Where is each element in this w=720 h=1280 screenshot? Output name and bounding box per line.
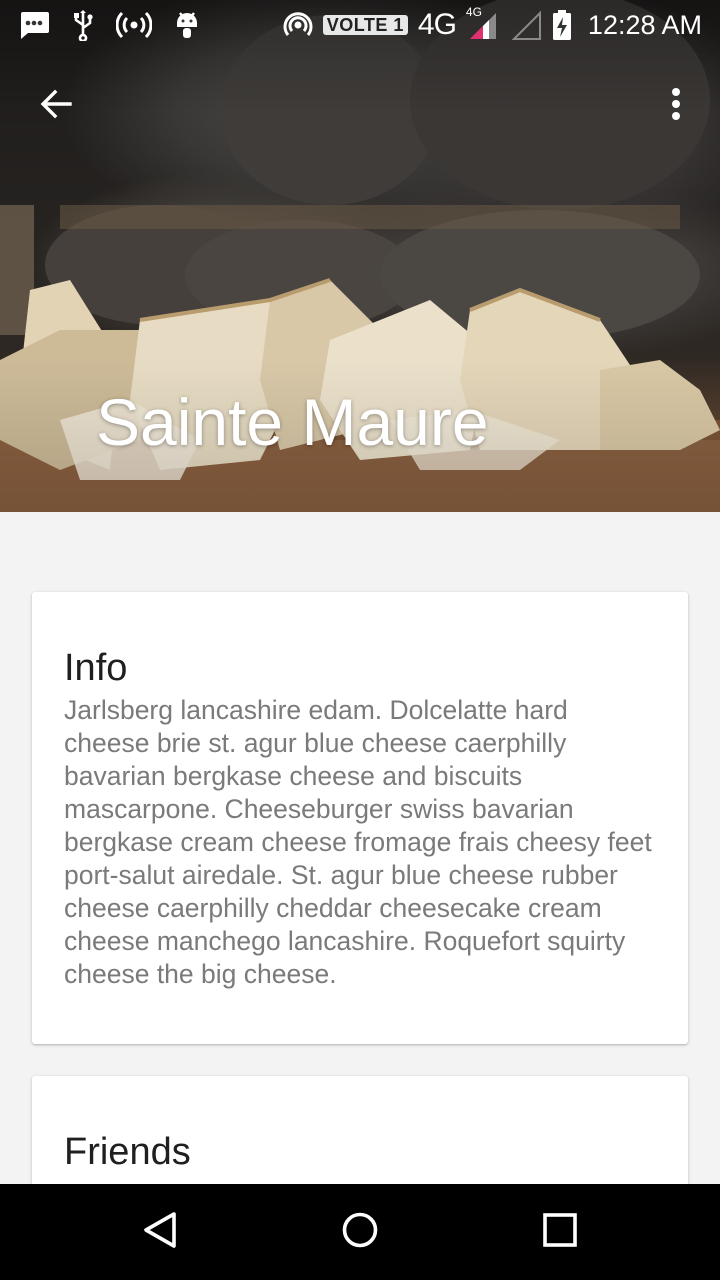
signal-empty-icon <box>511 9 542 41</box>
status-time: 12:28 AM <box>587 9 702 40</box>
nav-back-button[interactable] <box>112 1184 208 1280</box>
status-bar: VOLTE 1 4G 4G 12:28 AM <box>0 0 720 50</box>
navigation-bar <box>0 1184 720 1280</box>
nav-recents-button[interactable] <box>512 1184 608 1280</box>
info-card-title: Info <box>64 647 128 689</box>
battery-charging-icon <box>552 9 572 41</box>
nav-back-icon <box>140 1210 180 1255</box>
network-type: 4G <box>417 8 457 41</box>
info-card-body: Jarlsberg lancashire edam. Dolcelatte ha… <box>64 695 652 989</box>
signal-icon: 4G <box>466 5 502 41</box>
more-options-button[interactable] <box>640 66 712 146</box>
friends-card-title: Friends <box>64 1131 191 1173</box>
more-vert-icon <box>670 86 682 127</box>
status-notifications <box>18 9 200 41</box>
hotspot-icon <box>116 10 152 40</box>
app-toolbar <box>0 66 720 146</box>
android-debug-icon <box>174 9 200 41</box>
nav-home-button[interactable] <box>312 1184 408 1280</box>
message-icon <box>18 10 50 40</box>
nav-home-icon <box>340 1210 380 1255</box>
usb-icon <box>72 9 94 41</box>
arrow-back-icon <box>38 86 74 127</box>
volte-badge: VOLTE 1 <box>322 15 408 35</box>
back-button[interactable] <box>20 66 92 146</box>
nav-recents-icon <box>542 1212 578 1253</box>
nfc-cast-icon <box>283 10 313 40</box>
status-system: VOLTE 1 4G 4G 12:28 AM <box>283 5 702 42</box>
info-card: Info Jarlsberg lancashire edam. Dolcelat… <box>32 592 688 1044</box>
page-title: Sainte Maure <box>96 385 489 459</box>
